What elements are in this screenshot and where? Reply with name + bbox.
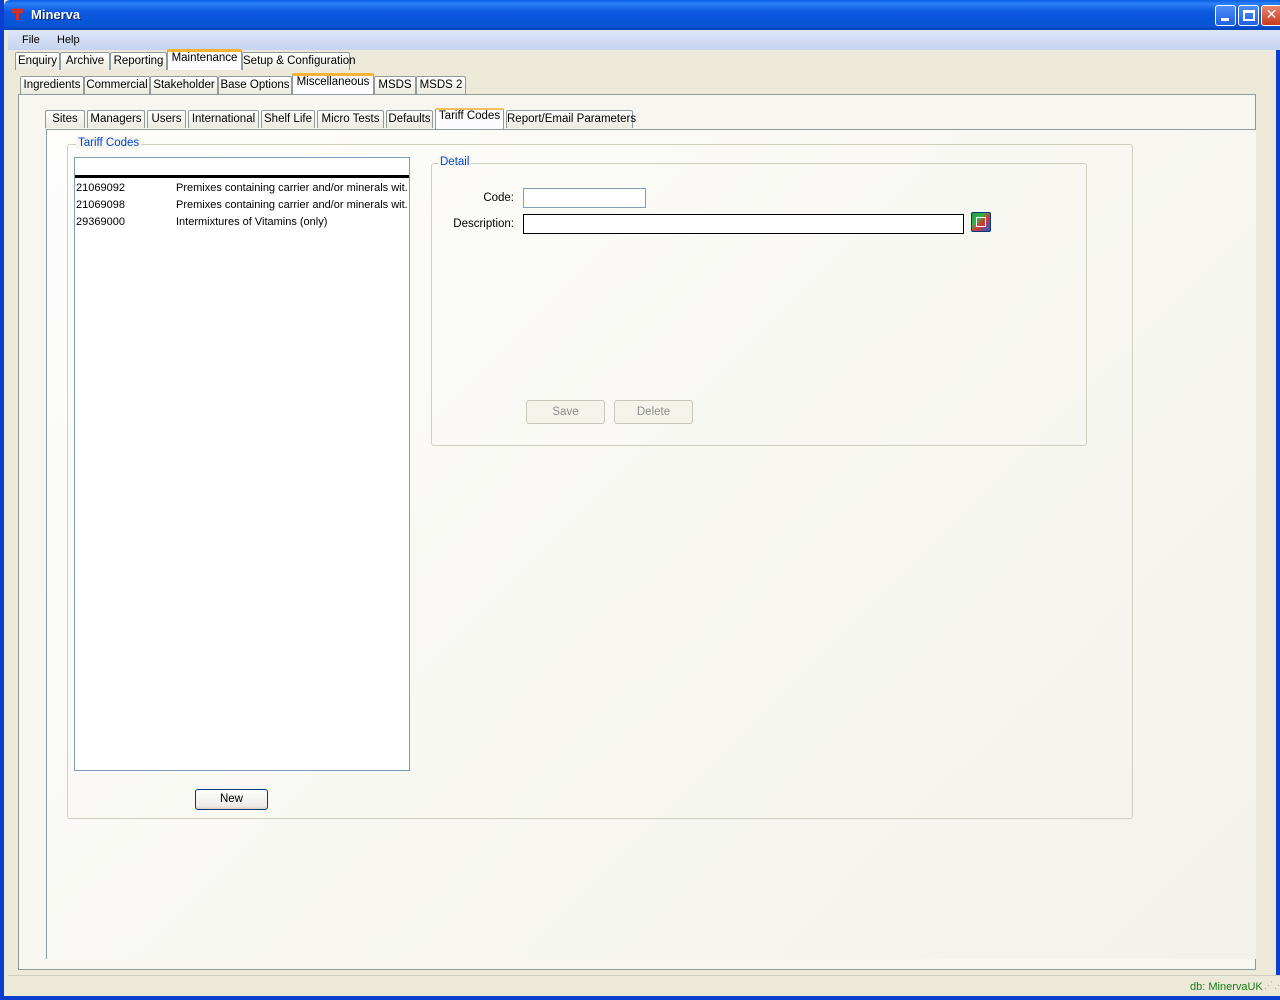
menu-bar: File Help xyxy=(8,30,1280,50)
maximize-button[interactable] xyxy=(1238,5,1259,26)
save-button[interactable]: Save xyxy=(526,400,605,424)
status-bar: db: MinervaUK ⋰⋰ xyxy=(8,975,1280,996)
tab-reporting[interactable]: Reporting xyxy=(110,52,167,70)
tab-setup-configuration[interactable]: Setup & Configuration xyxy=(242,52,356,70)
minerva-logo-icon: ₸ xyxy=(12,5,24,24)
app-window: ₸ Minerva ✕ File Help Enquiry Archive Re… xyxy=(0,0,1280,1000)
tariff-code: 29369000 xyxy=(76,216,125,228)
window-title: Minerva xyxy=(31,7,81,22)
tab-archive[interactable]: Archive xyxy=(60,52,110,70)
minimize-button[interactable] xyxy=(1215,5,1236,26)
tariff-description: Premixes containing carrier and/or miner… xyxy=(176,182,408,194)
tab-users[interactable]: Users xyxy=(147,110,186,128)
tab-defaults[interactable]: Defaults xyxy=(386,110,433,128)
resize-grip-icon[interactable]: ⋰⋰ xyxy=(1264,981,1280,994)
detail-group-title: Detail xyxy=(438,156,472,168)
list-header[interactable] xyxy=(75,158,409,178)
maximize-icon xyxy=(1243,10,1255,21)
tariff-codes-group-title: Tariff Codes xyxy=(76,137,142,149)
code-label: Code: xyxy=(483,192,514,204)
list-item[interactable]: 21069092 Premixes containing carrier and… xyxy=(75,180,409,197)
code-input[interactable] xyxy=(523,188,646,208)
tab-report-email-parameters[interactable]: Report/Email Parameters xyxy=(506,110,636,128)
tariff-code: 21069098 xyxy=(76,199,125,211)
spell-check-icon[interactable] xyxy=(971,212,991,232)
list-item[interactable]: 21069098 Premixes containing carrier and… xyxy=(75,197,409,214)
tab-sites[interactable]: Sites xyxy=(45,110,85,128)
close-button[interactable]: ✕ xyxy=(1261,5,1280,26)
close-icon: ✕ xyxy=(1265,7,1278,23)
miscellaneous-panel: Sites Managers Users International Shelf… xyxy=(18,94,1256,970)
tab-stakeholder[interactable]: Stakeholder xyxy=(150,76,218,94)
tab-msds[interactable]: MSDS xyxy=(374,76,416,94)
tab-ingredients[interactable]: Ingredients xyxy=(20,76,84,94)
tab-managers[interactable]: Managers xyxy=(87,110,145,128)
tariff-codes-group: Tariff Codes 21069092 Premixes containin… xyxy=(67,137,1133,819)
list-item[interactable]: 29369000 Intermixtures of Vitamins (only… xyxy=(75,214,409,231)
delete-button[interactable]: Delete xyxy=(614,400,693,424)
tab-base-options[interactable]: Base Options xyxy=(218,76,292,94)
tariff-codes-list[interactable]: 21069092 Premixes containing carrier and… xyxy=(74,157,410,771)
tab-msds-2[interactable]: MSDS 2 xyxy=(416,76,466,94)
title-bar[interactable]: ₸ Minerva ✕ xyxy=(4,0,1280,30)
description-input[interactable] xyxy=(523,214,964,234)
detail-group: Detail Code: Description: Save Delete xyxy=(431,156,1087,446)
database-status: db: MinervaUK xyxy=(1190,981,1263,993)
tab-miscellaneous[interactable]: Miscellaneous xyxy=(292,73,374,94)
tab-commercial[interactable]: Commercial xyxy=(84,76,150,94)
tab-maintenance[interactable]: Maintenance xyxy=(167,49,242,70)
menu-file[interactable]: File xyxy=(22,34,40,46)
tariff-codes-page: Tariff Codes 21069092 Premixes containin… xyxy=(46,129,1256,959)
tab-international[interactable]: International xyxy=(188,110,259,128)
tab-micro-tests[interactable]: Micro Tests xyxy=(317,110,384,128)
minimize-icon xyxy=(1221,18,1229,21)
description-label: Description: xyxy=(453,218,514,230)
tariff-description: Intermixtures of Vitamins (only) xyxy=(176,216,328,228)
tariff-code: 21069092 xyxy=(76,182,125,194)
tariff-description: Premixes containing carrier and/or miner… xyxy=(176,199,408,211)
new-button[interactable]: New xyxy=(195,789,268,810)
tab-tariff-codes[interactable]: Tariff Codes xyxy=(435,108,504,129)
tab-shelf-life[interactable]: Shelf Life xyxy=(261,110,315,128)
tab-enquiry[interactable]: Enquiry xyxy=(15,52,60,70)
menu-help[interactable]: Help xyxy=(57,34,80,46)
